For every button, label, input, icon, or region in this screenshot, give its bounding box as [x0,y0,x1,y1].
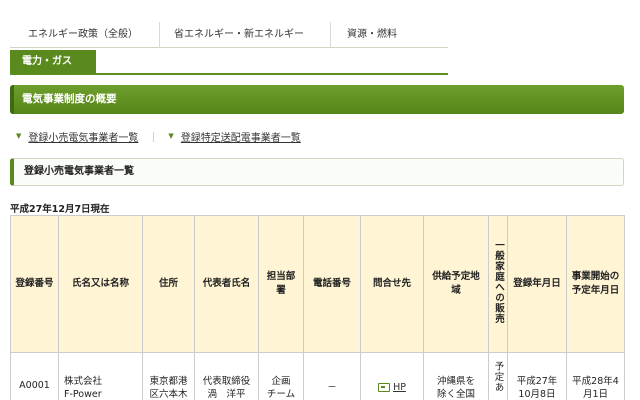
section-title: 電気事業制度の概要 [22,93,117,105]
header-area: 供給予定地域 [423,215,489,353]
cell-area: 沖縄県を 除く全国 [423,352,489,400]
sub-heading: 登録小売電気事業者一覧 [10,158,624,186]
cell-reg-date: 平成27年 10月8日 [507,352,567,400]
cell-address: 東京都港 区六本木 [142,352,195,400]
header-phone: 電話番号 [303,215,361,353]
table-header-row: 登録番号 氏名又は名称 住所 代表者氏名 担当部署 電話番号 問合せ先 供給予定… [10,215,625,353]
cell-department: 企画 チーム [258,352,304,400]
header-start-date-text: 事業開始の予定年月日 [571,271,620,296]
homepage-link[interactable]: HP [378,381,406,394]
header-reg-date: 登録年月日 [507,215,567,353]
cell-start-date: 平成28年4 月1日 [566,352,625,400]
header-start-date: 事業開始の予定年月日 [566,215,625,353]
cell-contact: HP [360,352,424,400]
link-retail-list[interactable]: 登録小売電気事業者一覧 [28,129,138,144]
cell-phone: － [303,352,361,400]
breadcrumb-item[interactable] [153,0,193,8]
section-heading: 電気事業制度の概要 [10,85,624,114]
as-of-date: 平成27年12月7日現在 [10,204,110,215]
triangle-right-icon: ▼ [168,132,174,140]
link-transmission-list[interactable]: 登録特定送配電事業者一覧 [181,129,301,144]
cell-household-text: 予定あ [492,361,504,393]
cell-household: 予定あ [488,352,508,400]
tab-energy-policy[interactable]: エネルギー政策（全般） [10,22,160,48]
retail-operators-table: 登録番号 氏名又は名称 住所 代表者氏名 担当部署 電話番号 問合せ先 供給予定… [10,215,625,400]
tab-electricity-gas[interactable]: 電力・ガス [10,50,96,74]
header-address: 住所 [142,215,195,353]
header-representative: 代表者氏名 [194,215,259,353]
breadcrumb-item[interactable] [209,0,257,8]
cell-name: 株式会社 F-Power [58,352,143,400]
category-tabs: エネルギー政策（全般） 省エネルギー・新エネルギー 資源・燃料 [10,22,448,48]
header-department: 担当部署 [258,215,304,353]
header-household: 一般家庭への販売 [488,215,508,353]
tab-energy-conservation[interactable]: 省エネルギー・新エネルギー [160,22,331,48]
cell-representative: 代表取締役 渦 洋平 [194,352,259,400]
cell-reg-no: A0001 [10,352,59,400]
anchor-links: ▼ 登録小売電気事業者一覧 ｜ ▼ 登録特定送配電事業者一覧 [16,128,301,144]
table-row: A0001 株式会社 F-Power 東京都港 区六本木 代表取締役 渦 洋平 … [10,352,625,400]
breadcrumb [0,0,640,8]
header-household-text: 一般家庭への販売 [493,239,504,324]
breadcrumb-item[interactable] [0,0,68,8]
header-area-text: 供給予定地域 [432,271,480,296]
monitor-icon [378,383,391,392]
breadcrumb-item[interactable] [437,0,547,8]
header-name: 氏名又は名称 [58,215,143,353]
category-tabs-row2: 電力・ガス [10,48,448,75]
breadcrumb-item[interactable] [83,0,138,8]
sub-title: 登録小売電気事業者一覧 [24,166,134,177]
header-reg-no: 登録番号 [10,215,59,353]
homepage-link-label: HP [393,382,406,393]
tab-resources-fuel[interactable]: 資源・燃料 [331,22,448,48]
breadcrumb-item[interactable] [272,0,422,8]
link-separator: ｜ [148,132,159,144]
triangle-right-icon: ▼ [16,132,22,140]
header-contact: 問合せ先 [360,215,424,353]
header-department-text: 担当部署 [266,271,296,296]
